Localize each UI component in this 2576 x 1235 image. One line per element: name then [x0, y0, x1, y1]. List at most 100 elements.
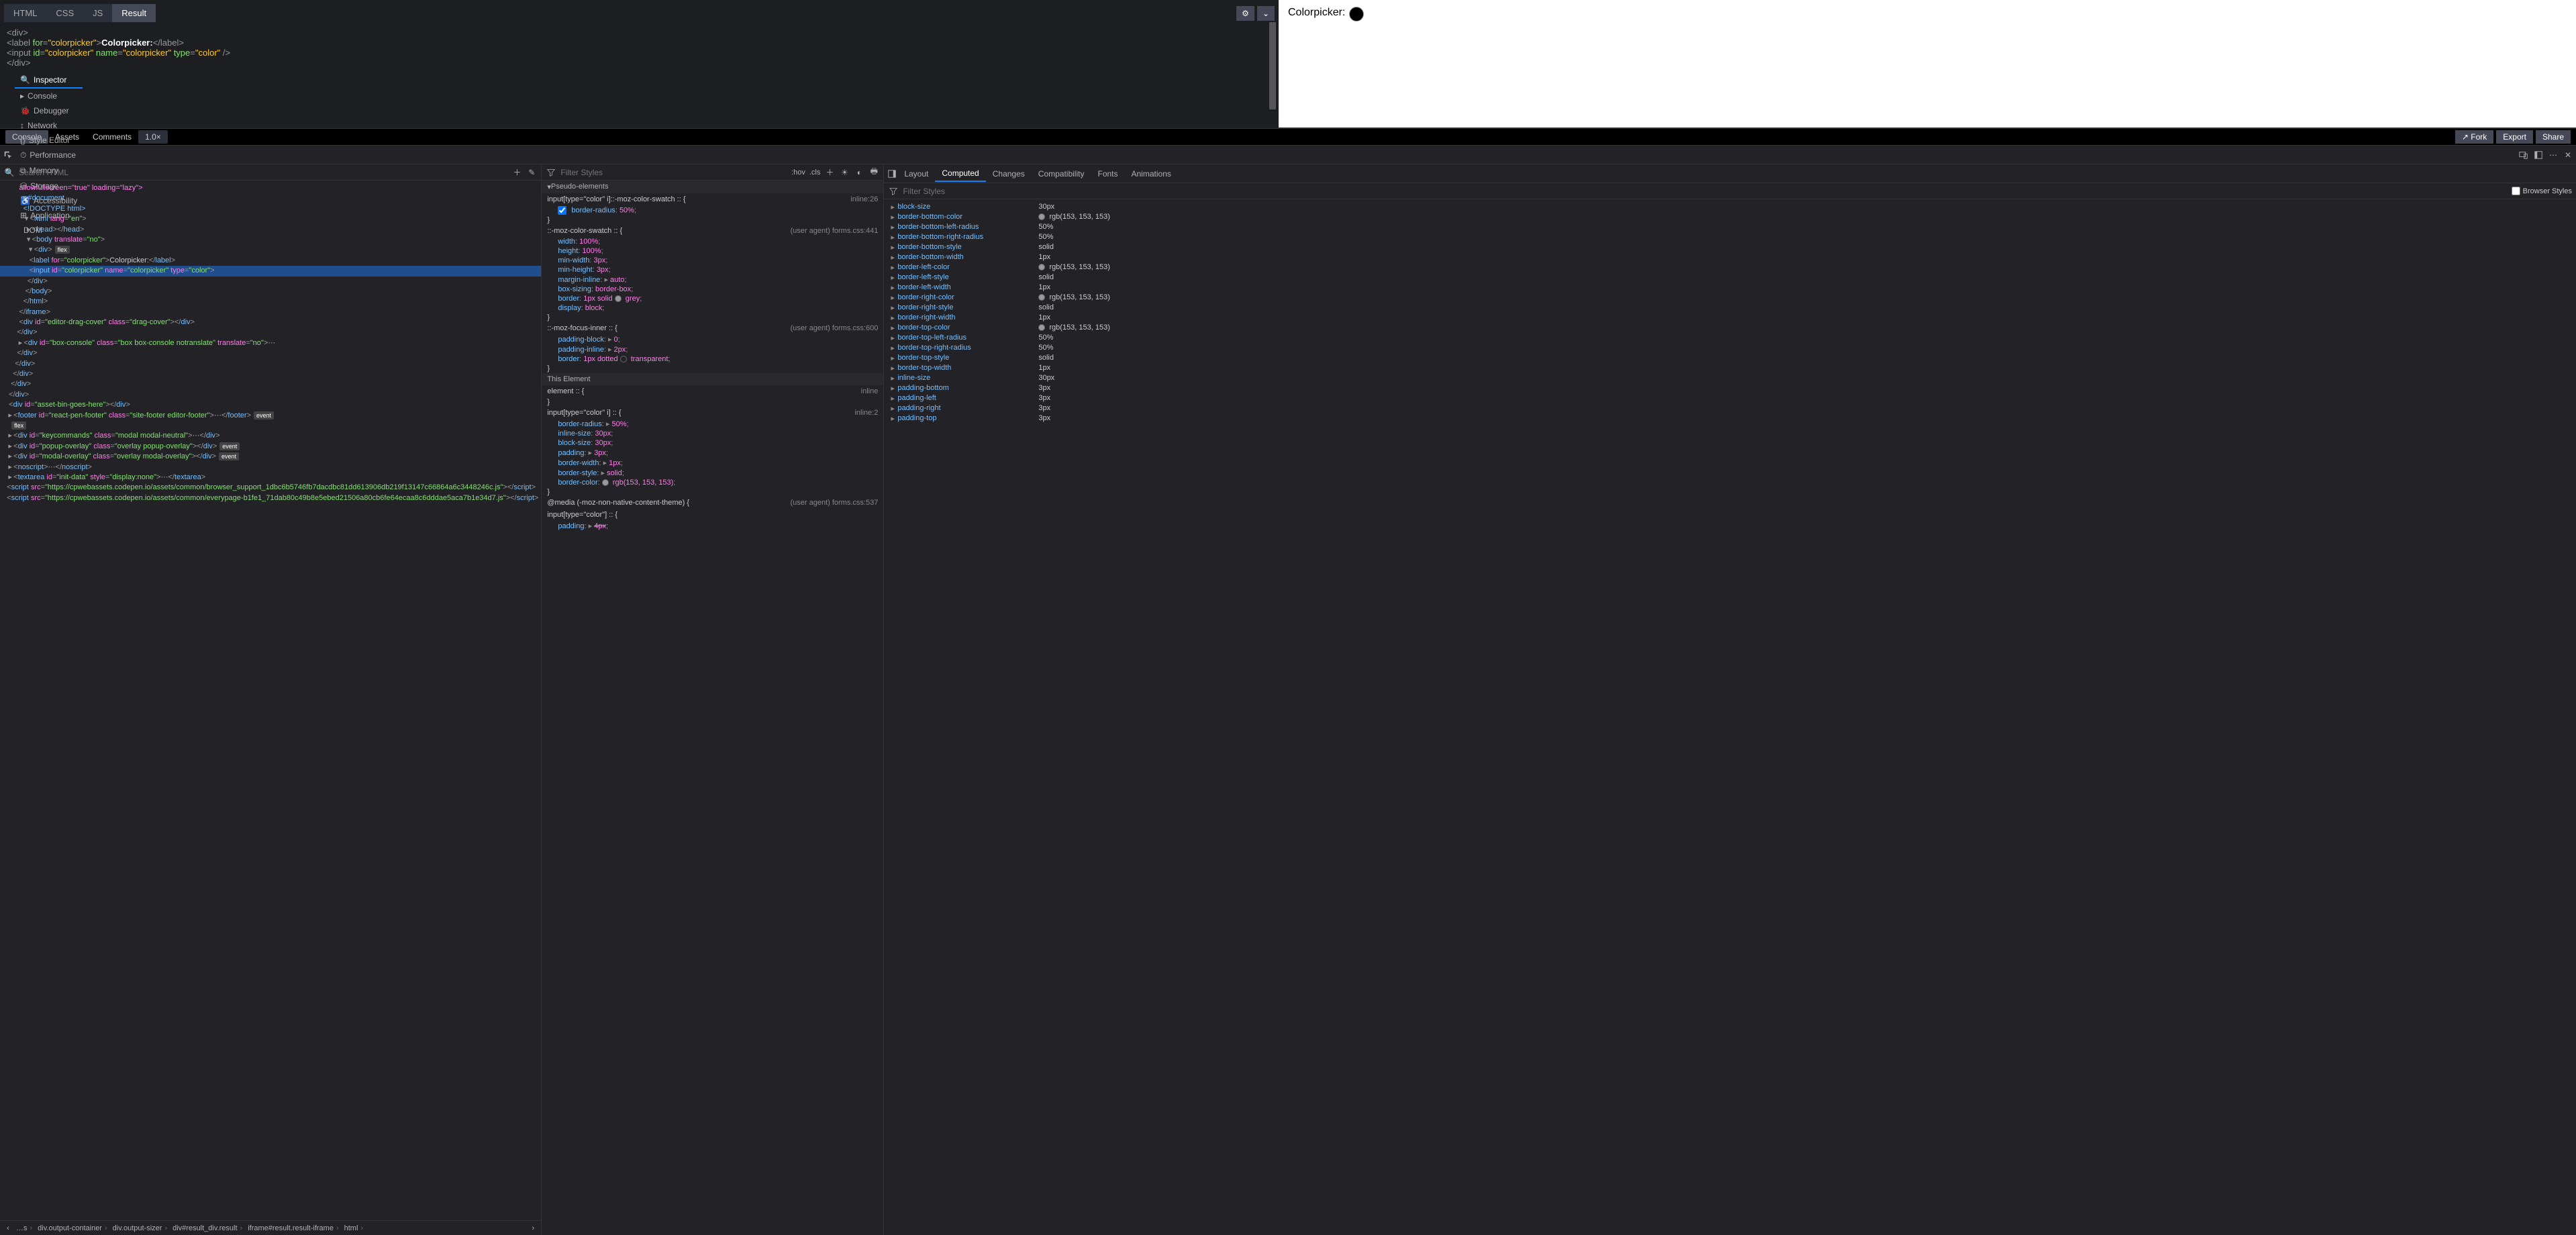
tree-line[interactable]: <label for="colorpicker">Colorpicker:</l… — [0, 256, 541, 266]
tree-line[interactable]: ▸<div id="modal-overlay" class="overlay … — [0, 452, 541, 462]
tab-html[interactable]: HTML — [4, 4, 46, 22]
tab-result[interactable]: Result — [112, 4, 156, 22]
tree-line[interactable]: <div id="editor-drag-cover" class="drag-… — [0, 317, 541, 328]
breadcrumb-item[interactable]: html — [342, 1224, 366, 1232]
tab-css[interactable]: CSS — [46, 4, 83, 22]
filter-computed-input[interactable] — [903, 187, 2507, 196]
computed-row[interactable]: ▸border-left-stylesolid — [884, 273, 2576, 283]
sidebar-toggle-icon[interactable] — [887, 168, 897, 179]
devtools-tab-style-editor[interactable]: {} Style Editor — [15, 133, 83, 148]
add-rule-icon[interactable]: ＋ — [824, 167, 835, 178]
responsive-mode-icon[interactable] — [2518, 150, 2529, 160]
devtools-tab-performance[interactable]: ⏱ Performance — [15, 148, 83, 163]
tree-line[interactable]: allowfullscreen="true" loading="lazy"> — [0, 183, 541, 193]
computed-row[interactable]: ▸border-bottom-stylesolid — [884, 242, 2576, 252]
tree-line[interactable]: <script src="https://cpwebassets.codepen… — [0, 493, 541, 503]
tree-line[interactable]: <script src="https://cpwebassets.codepen… — [0, 483, 541, 493]
cls-button[interactable]: .cls — [809, 168, 821, 177]
side-tab-animations[interactable]: Animations — [1125, 166, 1178, 181]
share-button[interactable]: Share — [2536, 130, 2571, 144]
comments-tab[interactable]: Comments — [86, 130, 138, 144]
computed-row[interactable]: ▸border-bottom-right-radius50% — [884, 232, 2576, 242]
tree-line[interactable]: </html> — [0, 297, 541, 307]
tab-js[interactable]: JS — [83, 4, 112, 22]
breadcrumb-item[interactable]: div.output-sizer — [110, 1224, 170, 1232]
side-tab-fonts[interactable]: Fonts — [1091, 166, 1124, 181]
computed-row[interactable]: ▸border-right-color rgb(153, 153, 153) — [884, 293, 2576, 303]
crumb-left-icon[interactable]: ‹ — [3, 1223, 13, 1234]
tree-line[interactable]: ▸<textarea id="init-data" style="display… — [0, 473, 541, 483]
breadcrumb-item[interactable]: div#result_div.result — [170, 1224, 245, 1232]
tree-line[interactable]: <!DOCTYPE html> — [0, 204, 541, 214]
breadcrumb-item[interactable]: …s — [13, 1224, 35, 1232]
eyedropper-icon[interactable]: ✎ — [526, 167, 537, 178]
crumb-right-icon[interactable]: › — [528, 1223, 538, 1234]
tree-line[interactable]: </iframe> — [0, 307, 541, 317]
side-tab-changes[interactable]: Changes — [986, 166, 1032, 181]
fork-button[interactable]: ↗ Fork — [2455, 130, 2493, 144]
search-html-input[interactable] — [19, 168, 507, 177]
side-tab-computed[interactable]: Computed — [935, 166, 985, 182]
computed-row[interactable]: ▸border-left-width1px — [884, 283, 2576, 293]
computed-row[interactable]: ▸border-bottom-width1px — [884, 252, 2576, 262]
more-icon[interactable]: ⋯ — [2548, 150, 2559, 160]
computed-row[interactable]: ▸border-top-left-radius50% — [884, 333, 2576, 343]
computed-row[interactable]: ▸border-left-color rgb(153, 153, 153) — [884, 262, 2576, 273]
computed-row[interactable]: ▸border-bottom-color rgb(153, 153, 153) — [884, 212, 2576, 222]
computed-row[interactable]: ▸border-top-color rgb(153, 153, 153) — [884, 323, 2576, 333]
breadcrumb[interactable]: ‹…sdiv.output-containerdiv.output-sizerd… — [0, 1220, 541, 1235]
tree-line[interactable]: </body> — [0, 287, 541, 297]
tree-line[interactable]: flex — [0, 421, 541, 431]
computed-row[interactable]: ▸inline-size30px — [884, 373, 2576, 383]
tree-line[interactable]: <div id="asset-bin-goes-here"></div> — [0, 400, 541, 410]
computed-row[interactable]: ▸padding-top3px — [884, 413, 2576, 424]
computed-row[interactable]: ▸border-right-stylesolid — [884, 303, 2576, 313]
breadcrumb-item[interactable]: iframe#result.result-iframe — [245, 1224, 341, 1232]
tree-line[interactable]: ▾<html lang="en"> — [0, 214, 541, 224]
computed-row[interactable]: ▸block-size30px — [884, 202, 2576, 212]
print-icon[interactable]: 🖶 — [869, 167, 879, 178]
computed-row[interactable]: ▸padding-right3px — [884, 403, 2576, 413]
breadcrumb-item[interactable]: div.output-container — [35, 1224, 109, 1232]
zoom-indicator[interactable]: 1.0× — [138, 130, 168, 144]
code-editor[interactable]: <div> <label for="colorpicker">Colorpick… — [0, 22, 1279, 128]
tree-line[interactable]: ▸<footer id="react-pen-footer" class="si… — [0, 411, 541, 421]
tree-line[interactable]: ▸<div id="keycommands" class="modal moda… — [0, 431, 541, 441]
tree-line[interactable]: <input id="colorpicker" name="colorpicke… — [0, 266, 541, 276]
tree-line[interactable]: </div> — [0, 359, 541, 369]
tree-line[interactable]: ▾<div>flex — [0, 245, 541, 255]
computed-row[interactable]: ▸padding-bottom3px — [884, 383, 2576, 393]
computed-styles[interactable]: ▸block-size30px▸border-bottom-color rgb(… — [884, 199, 2576, 1235]
tree-line[interactable]: </div> — [0, 369, 541, 379]
tree-line[interactable]: ▸<div id="popup-overlay" class="overlay … — [0, 442, 541, 452]
side-tab-compatibility[interactable]: Compatibility — [1032, 166, 1091, 181]
tree-line[interactable]: </div> — [0, 348, 541, 358]
tree-line[interactable]: ▸<div id="box-console" class="box box-co… — [0, 338, 541, 348]
computed-row[interactable]: ▸border-top-stylesolid — [884, 353, 2576, 363]
computed-row[interactable]: ▸padding-left3px — [884, 393, 2576, 403]
dom-tree[interactable]: allowfullscreen="true" loading="lazy"> ▾… — [0, 181, 541, 1220]
browser-styles-checkbox[interactable]: Browser Styles — [2512, 187, 2572, 195]
tree-line[interactable]: ▾<body translate="no"> — [0, 235, 541, 245]
hov-button[interactable]: :hov — [791, 168, 805, 177]
export-button[interactable]: Export — [2496, 130, 2533, 144]
collapse-button[interactable]: ⌄ — [1257, 6, 1275, 21]
tree-line[interactable]: </div> — [0, 277, 541, 287]
side-tab-layout[interactable]: Layout — [897, 166, 935, 181]
light-mode-icon[interactable]: ☀ — [839, 167, 850, 178]
close-devtools-icon[interactable]: ✕ — [2563, 150, 2573, 160]
tree-line[interactable]: ▸<head></head> — [0, 225, 541, 235]
filter-styles-input[interactable] — [560, 168, 787, 177]
tree-line[interactable]: ▸<noscript>⋯</noscript> — [0, 462, 541, 473]
tree-line[interactable]: ▾#document — [0, 193, 541, 203]
dock-icon[interactable] — [2533, 150, 2544, 160]
settings-button[interactable]: ⚙ — [1236, 6, 1254, 21]
contrast-icon[interactable]: ◐ — [854, 167, 864, 178]
computed-row[interactable]: ▸border-top-width1px — [884, 363, 2576, 373]
editor-scrollbar[interactable] — [1269, 22, 1276, 109]
colorpicker-input[interactable] — [1349, 7, 1364, 21]
tree-line[interactable]: </div> — [0, 379, 541, 389]
tree-line[interactable]: </div> — [0, 328, 541, 338]
css-rules[interactable]: ▾ Pseudo-elementsinput[type="color" i]::… — [542, 181, 883, 1235]
computed-row[interactable]: ▸border-top-right-radius50% — [884, 343, 2576, 353]
